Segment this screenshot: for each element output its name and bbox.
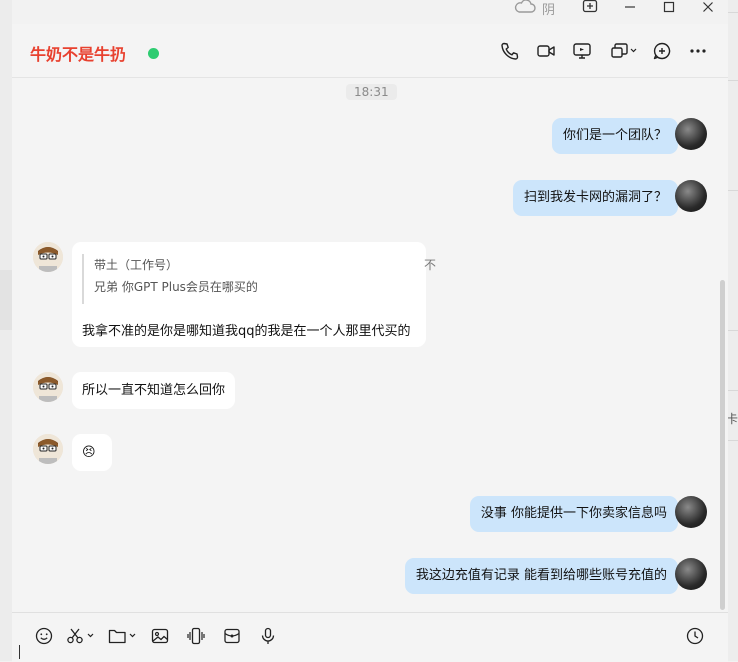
screenshot-button[interactable] (66, 628, 98, 648)
sent-message-bubble[interactable]: 没事 你能提供一下你卖家信息吗 (469, 496, 678, 532)
screen-share-icon (572, 41, 592, 65)
message-text: 我拿不准的是你是哪知道我qq的我是在一个人那里代买的 (82, 324, 411, 339)
cloud-icon (514, 0, 536, 18)
right-panel-edge: 卡 (726, 0, 738, 661)
microphone-icon (259, 627, 277, 649)
more-button[interactable] (687, 42, 709, 64)
folder-icon (108, 627, 140, 649)
message-text: 我这边充值有记录 能看到给哪些账号充值的 (415, 568, 667, 583)
received-emoji-bubble[interactable]: 😣 (72, 434, 112, 471)
red-packet-icon (223, 627, 241, 649)
video-call-button[interactable] (535, 42, 557, 64)
emoji-button[interactable] (34, 627, 54, 649)
chat-window: 牛奶不是牛扔 18:31 你们是一个团队？ 扫到我发卡网的漏洞了？ 带土（工作号… (12, 24, 728, 662)
red-packet-button[interactable] (222, 628, 242, 648)
contact-avatar[interactable] (33, 242, 63, 272)
quoted-text: 兄弟 你GPT Plus会员在哪买的 (94, 280, 258, 294)
screen-share-button[interactable] (571, 42, 593, 64)
shake-button[interactable] (186, 627, 206, 649)
pin-window-button[interactable] (580, 0, 600, 14)
chat-title[interactable]: 牛奶不是牛扔 (30, 41, 126, 65)
quoted-sender-name: 带土（工作号） (94, 258, 179, 272)
weather-label: 阴 (542, 2, 556, 18)
minimize-button[interactable] (620, 0, 640, 14)
contact-avatar[interactable] (33, 434, 63, 464)
clock-icon (686, 627, 704, 649)
my-avatar[interactable] (675, 180, 707, 212)
more-icon (688, 41, 708, 65)
image-icon (151, 627, 169, 649)
window-sync-icon (610, 41, 638, 65)
my-avatar[interactable] (675, 558, 707, 590)
close-button[interactable] (698, 0, 718, 14)
message-text: 没事 你能提供一下你卖家信息吗 (480, 506, 667, 521)
input-toolbar (12, 612, 728, 662)
voice-message-button[interactable] (258, 627, 278, 649)
close-icon (702, 0, 714, 17)
voice-call-button[interactable] (499, 42, 521, 64)
add-member-button[interactable] (651, 42, 673, 64)
quote-pin-icon[interactable]: 不 (424, 256, 436, 273)
scissors-icon (66, 627, 98, 649)
pin-window-icon (582, 0, 598, 17)
sent-message-bubble[interactable]: 扫到我发卡网的漏洞了？ (512, 180, 678, 216)
message-timestamp: 18:31 (346, 84, 397, 100)
message-text: 扫到我发卡网的漏洞了？ (523, 190, 667, 205)
text-input-caret[interactable] (19, 645, 20, 659)
quoted-message[interactable]: 带土（工作号） 兄弟 你GPT Plus会员在哪买的 不 (82, 254, 436, 304)
add-member-icon (652, 41, 672, 65)
file-button[interactable] (108, 628, 140, 648)
message-scrollbar[interactable] (720, 280, 725, 610)
received-reply-bubble[interactable]: 带土（工作号） 兄弟 你GPT Plus会员在哪买的 不 我拿不准的是你是哪知道… (72, 242, 436, 347)
sent-message-bubble[interactable]: 你们是一个团队？ (551, 118, 678, 154)
maximize-button[interactable] (659, 0, 679, 14)
video-icon (536, 41, 556, 65)
window-sync-button[interactable] (609, 42, 639, 64)
smiley-icon (35, 627, 53, 649)
minimize-icon (624, 0, 636, 17)
chat-header: 牛奶不是牛扔 (12, 24, 728, 78)
online-status-dot (148, 48, 159, 59)
history-button[interactable] (685, 627, 705, 649)
left-panel-item (0, 270, 12, 330)
weather-widget[interactable]: 阴 (514, 0, 556, 18)
contact-avatar[interactable] (33, 372, 63, 402)
message-text: 你们是一个团队？ (562, 128, 667, 143)
emoji-sticker: 😣 (82, 445, 96, 460)
image-button[interactable] (150, 628, 170, 648)
maximize-icon (663, 0, 675, 17)
sent-message-bubble[interactable]: 我这边充值有记录 能看到给哪些账号充值的 (404, 558, 678, 594)
received-message-bubble[interactable]: 所以一直不知道怎么回你 (72, 372, 236, 409)
phone-icon (500, 41, 520, 65)
my-avatar[interactable] (675, 496, 707, 528)
title-bar: 阴 (12, 0, 728, 24)
left-panel-edge (0, 0, 12, 661)
message-list[interactable]: 18:31 你们是一个团队？ 扫到我发卡网的漏洞了？ 带土（工作号） 兄弟 你G… (12, 78, 728, 608)
message-text: 所以一直不知道怎么回你 (82, 383, 226, 398)
vibrate-icon (187, 627, 205, 649)
my-avatar[interactable] (675, 118, 707, 150)
